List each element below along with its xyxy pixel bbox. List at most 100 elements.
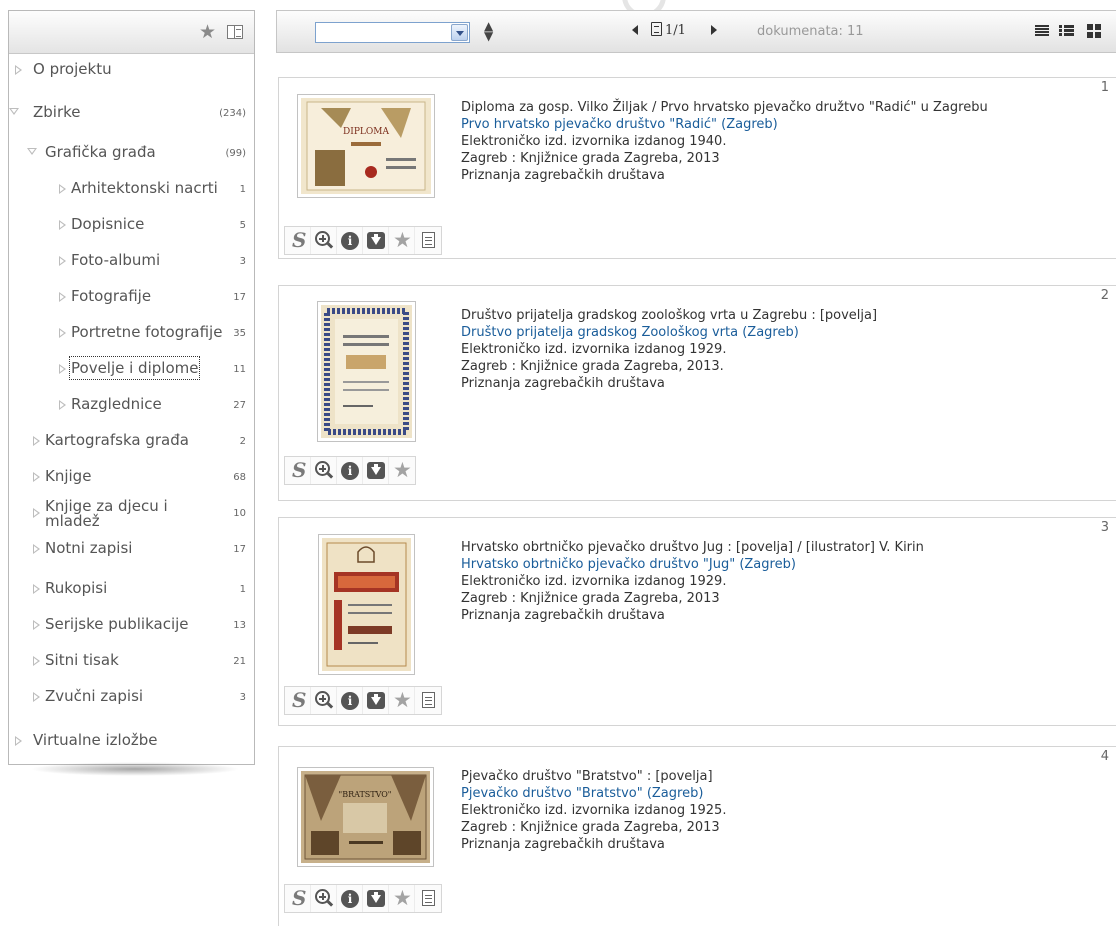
info-button[interactable]: i <box>337 227 363 254</box>
toggle-panel-icon[interactable] <box>227 25 243 39</box>
tree-item-razglednice[interactable]: Razglednice 27 <box>9 392 254 420</box>
favorite-button[interactable]: ★ <box>389 457 415 484</box>
record-title[interactable]: Diploma za gosp. Vilko Žiljak / Prvo hrv… <box>461 99 988 116</box>
collapsed-triangle-icon[interactable] <box>59 220 66 230</box>
grid-view-icon[interactable] <box>1087 24 1101 38</box>
record-title[interactable]: Pjevačko društvo "Bratstvo" : [povelja] <box>461 768 726 785</box>
info-button[interactable]: i <box>337 457 363 484</box>
favorite-button[interactable]: ★ <box>389 227 415 254</box>
tree-item-knjige-za-djecu-i-mladež[interactable]: Knjige za djecu i mladež 10 <box>9 499 254 529</box>
collapsed-triangle-icon[interactable] <box>59 292 66 302</box>
tree-item-sitni-tisak[interactable]: Sitni tisak 21 <box>9 648 254 676</box>
tree-item-portretne-fotografije[interactable]: Portretne fotografije 35 <box>9 320 254 348</box>
source-button[interactable]: S <box>285 227 311 254</box>
tree-item-label[interactable]: Foto-albumi <box>71 250 160 270</box>
zoom-button[interactable] <box>311 885 337 912</box>
tree-item-arhitektonski-nacrti[interactable]: Arhitektonski nacrti 1 <box>9 176 254 204</box>
tree-item-label[interactable]: Grafička građa <box>45 142 156 162</box>
record-thumbnail[interactable] <box>318 534 415 675</box>
zoom-button[interactable] <box>311 457 337 484</box>
chevron-down-icon[interactable] <box>451 24 468 41</box>
collapsed-triangle-icon[interactable] <box>33 472 40 482</box>
info-button[interactable]: i <box>337 687 363 714</box>
tree-item-label[interactable]: Knjige <box>45 466 91 486</box>
previous-page-icon[interactable] <box>632 25 638 35</box>
collapsed-triangle-icon[interactable] <box>33 584 40 594</box>
source-button[interactable]: S <box>285 687 311 714</box>
source-button[interactable]: S <box>285 885 311 912</box>
tree-item-label[interactable]: Fotografije <box>71 286 151 306</box>
list-view-icon[interactable] <box>1035 25 1049 37</box>
tree-item-label[interactable]: O projektu <box>33 59 112 79</box>
tree-item-notni-zapisi[interactable]: Notni zapisi 17 <box>9 536 254 564</box>
download-button[interactable] <box>363 885 389 912</box>
tree-item-serijske-publikacije[interactable]: Serijske publikacije 13 <box>9 612 254 640</box>
tree-item-label[interactable]: Kartografska građa <box>45 430 189 450</box>
tree-item-label[interactable]: Portretne fotografije <box>71 322 222 342</box>
tree-item-label[interactable]: Rukopisi <box>45 578 107 598</box>
download-button[interactable] <box>363 687 389 714</box>
collapsed-triangle-icon[interactable] <box>59 364 66 374</box>
favorite-button[interactable]: ★ <box>389 885 415 912</box>
next-page-icon[interactable] <box>711 25 717 35</box>
tree-item-kartografska-građa[interactable]: Kartografska građa 2 <box>9 428 254 456</box>
tree-item-label[interactable]: Notni zapisi <box>45 538 132 558</box>
tree-item-zbirke[interactable]: Zbirke (234) <box>9 100 254 128</box>
info-button[interactable]: i <box>337 885 363 912</box>
detail-view-icon[interactable] <box>1059 25 1074 37</box>
tree-item-zvučni-zapisi[interactable]: Zvučni zapisi 3 <box>9 684 254 712</box>
favorites-star-icon[interactable]: ★ <box>199 23 216 42</box>
record-author-link[interactable]: Prvo hrvatsko pjevačko društvo "Radić" (… <box>461 116 988 133</box>
record-thumbnail[interactable]: DIPLOMA <box>297 94 435 198</box>
tree-item-label[interactable]: Zbirke <box>33 102 81 122</box>
record-thumbnail[interactable]: "BRATSTVO" <box>297 767 434 867</box>
zoom-button[interactable] <box>311 227 337 254</box>
collapsed-triangle-icon[interactable] <box>33 544 40 554</box>
tree-item-foto-albumi[interactable]: Foto-albumi 3 <box>9 248 254 276</box>
collapsed-triangle-icon[interactable] <box>59 256 66 266</box>
collapsed-triangle-icon[interactable] <box>59 328 66 338</box>
tree-item-dopisnice[interactable]: Dopisnice 5 <box>9 212 254 240</box>
collapsed-triangle-icon[interactable] <box>33 436 40 446</box>
tree-item-label[interactable]: Razglednice <box>71 394 162 414</box>
tree-item-virtualne-izložbe[interactable]: Virtualne izložbe <box>9 728 254 756</box>
record-author-link[interactable]: Pjevačko društvo "Bratstvo" (Zagreb) <box>461 785 726 802</box>
collapsed-triangle-icon[interactable] <box>59 184 66 194</box>
sort-order-icon[interactable]: ▲ ▼ <box>484 20 493 42</box>
collapsed-triangle-icon[interactable] <box>33 656 40 666</box>
tree-item-o-projektu[interactable]: O projektu <box>9 57 254 85</box>
collapsed-triangle-icon[interactable] <box>59 400 66 410</box>
favorite-button[interactable]: ★ <box>389 687 415 714</box>
record-title[interactable]: Hrvatsko obrtničko pjevačko društvo Jug … <box>461 539 924 556</box>
tree-item-povelje-i-diplome[interactable]: Povelje i diplome 11 <box>9 356 254 384</box>
tree-item-label[interactable]: Arhitektonski nacrti <box>71 178 218 198</box>
sort-select[interactable] <box>315 22 470 43</box>
tree-item-grafička-građa[interactable]: Grafička građa (99) <box>9 140 254 168</box>
source-button[interactable]: S <box>285 457 311 484</box>
download-button[interactable] <box>363 457 389 484</box>
record-thumbnail[interactable] <box>317 301 416 442</box>
tree-item-label[interactable]: Sitni tisak <box>45 650 119 670</box>
record-title[interactable]: Društvo prijatelja gradskog zoološkog vr… <box>461 307 877 324</box>
collapsed-triangle-icon[interactable] <box>15 736 22 746</box>
collapsed-triangle-icon[interactable] <box>33 620 40 630</box>
tree-item-label[interactable]: Virtualne izložbe <box>33 730 158 750</box>
document-button[interactable] <box>415 227 441 254</box>
tree-item-label[interactable]: Povelje i diplome <box>68 356 201 380</box>
tree-item-rukopisi[interactable]: Rukopisi 1 <box>9 576 254 604</box>
tree-item-knjige[interactable]: Knjige 68 <box>9 464 254 492</box>
tree-item-label[interactable]: Zvučni zapisi <box>45 686 143 706</box>
document-button[interactable] <box>415 687 441 714</box>
collapsed-triangle-icon[interactable] <box>15 65 22 75</box>
document-button[interactable] <box>415 885 441 912</box>
record-author-link[interactable]: Hrvatsko obrtničko pjevačko društvo "Jug… <box>461 556 924 573</box>
record-author-link[interactable]: Društvo prijatelja gradskog Zoološkog vr… <box>461 324 877 341</box>
tree-item-label[interactable]: Dopisnice <box>71 214 144 234</box>
tree-item-fotografije[interactable]: Fotografije 17 <box>9 284 254 312</box>
tree-item-label[interactable]: Knjige za djecu i mladež <box>45 499 195 529</box>
collapsed-triangle-icon[interactable] <box>33 692 40 702</box>
collapsed-triangle-icon[interactable] <box>33 508 40 518</box>
download-button[interactable] <box>363 227 389 254</box>
zoom-button[interactable] <box>311 687 337 714</box>
tree-item-label[interactable]: Serijske publikacije <box>45 614 189 634</box>
